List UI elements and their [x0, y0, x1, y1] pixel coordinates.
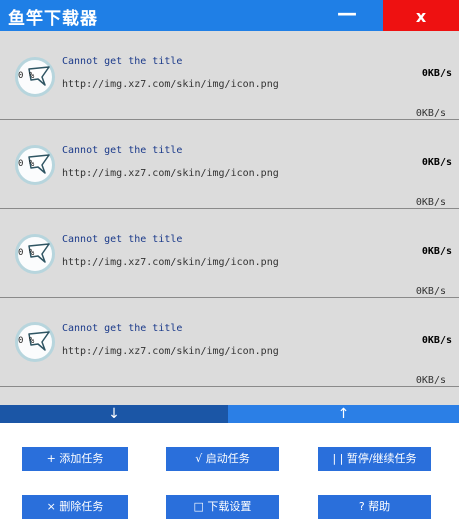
download-title: Cannot get the title [62, 56, 183, 67]
help-button[interactable]: ? 帮助 [318, 495, 431, 519]
title-bar: 鱼竿下载器 — x [0, 0, 459, 31]
add-task-button[interactable]: + 添加任务 [22, 447, 128, 471]
progress-percent: 0 % [18, 71, 35, 81]
download-item[interactable]: 0 % Cannot get the title http://img.xz7.… [0, 298, 459, 387]
pause-resume-task-button[interactable]: | | 暂停/继续任务 [318, 447, 431, 471]
download-speed-secondary: 0KB/s [415, 375, 446, 386]
download-speed: 0KB/s [421, 335, 452, 346]
download-speed: 0KB/s [421, 68, 452, 79]
delete-task-button[interactable]: × 删除任务 [22, 495, 128, 519]
progress-percent: 0 % [18, 248, 35, 258]
download-title: Cannot get the title [62, 323, 183, 334]
download-item[interactable]: 0 % Cannot get the title http://img.xz7.… [0, 31, 459, 120]
start-task-button[interactable]: √ 启动任务 [166, 447, 279, 471]
download-speed-secondary: 0KB/s [415, 108, 446, 119]
progress-percent: 0 % [18, 336, 35, 346]
download-speed-secondary: 0KB/s [415, 286, 446, 297]
app-title: 鱼竿下载器 [8, 9, 98, 29]
download-url: http://img.xz7.com/skin/img/icon.png [62, 257, 279, 268]
download-speed: 0KB/s [421, 246, 452, 257]
scroll-down-button[interactable]: ↓ [0, 405, 228, 423]
minimize-button[interactable]: — [330, 0, 364, 31]
download-url: http://img.xz7.com/skin/img/icon.png [62, 79, 279, 90]
progress-percent: 0 % [18, 159, 35, 169]
download-url: http://img.xz7.com/skin/img/icon.png [62, 346, 279, 357]
download-title: Cannot get the title [62, 145, 183, 156]
scroll-up-button[interactable]: ↑ [228, 405, 459, 423]
download-item[interactable]: 0 % Cannot get the title http://img.xz7.… [0, 209, 459, 298]
download-speed-secondary: 0KB/s [415, 197, 446, 208]
download-item[interactable]: 0 % Cannot get the title http://img.xz7.… [0, 120, 459, 209]
download-title: Cannot get the title [62, 234, 183, 245]
download-speed: 0KB/s [421, 157, 452, 168]
download-url: http://img.xz7.com/skin/img/icon.png [62, 168, 279, 179]
download-list: 0 % Cannot get the title http://img.xz7.… [0, 31, 459, 405]
download-settings-button[interactable]: □ 下载设置 [166, 495, 279, 519]
close-button[interactable]: x [383, 0, 459, 31]
